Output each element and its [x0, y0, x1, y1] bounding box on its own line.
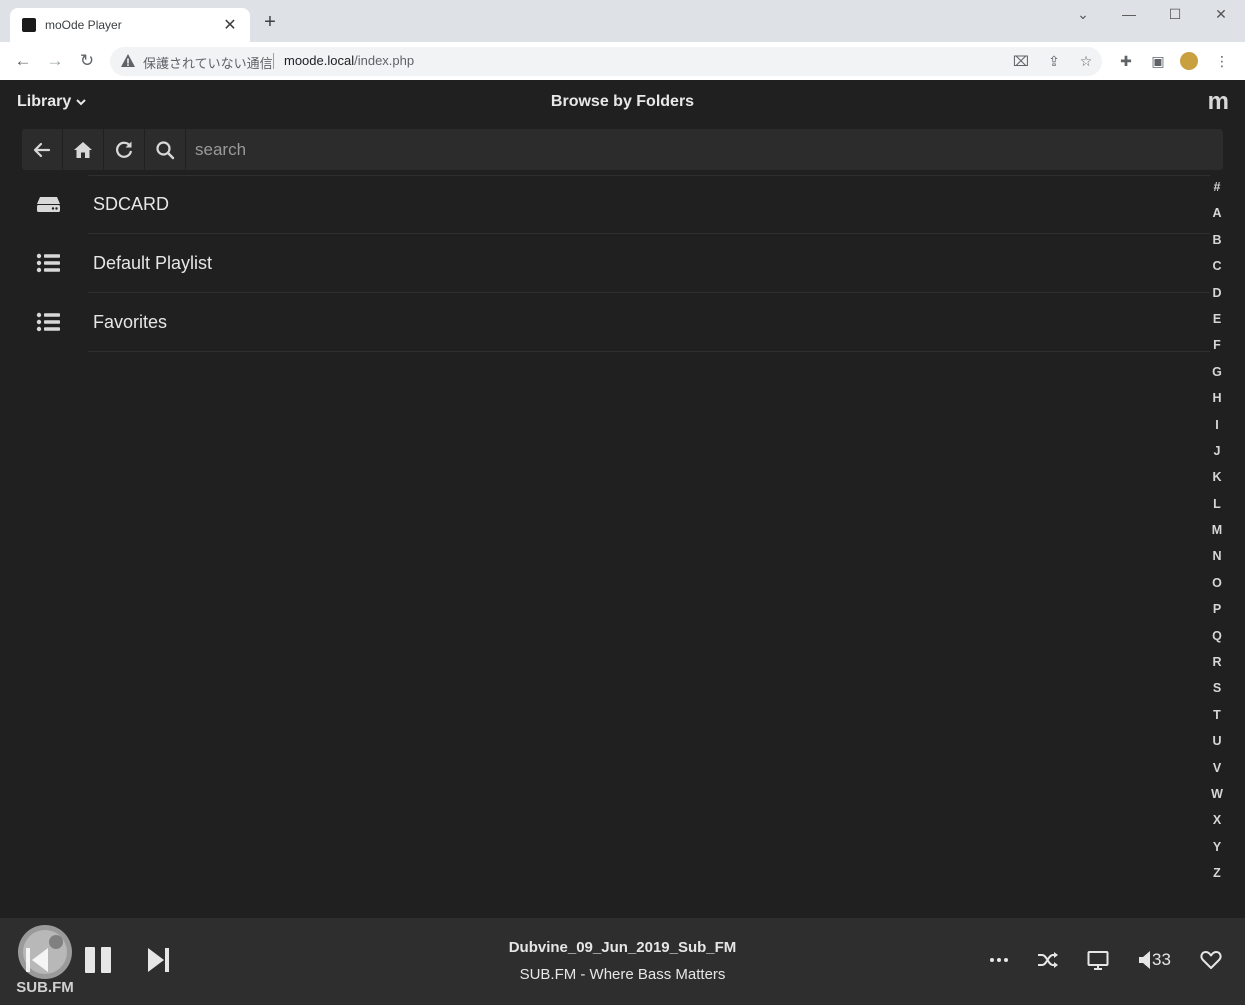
alphabet-index-letter[interactable]: B: [1209, 233, 1225, 259]
browser-tab[interactable]: moOde Player ✕: [10, 8, 250, 42]
reload-icon[interactable]: ↻: [76, 50, 98, 72]
volume-icon[interactable]: [1138, 948, 1152, 972]
favicon-icon: [22, 18, 36, 32]
tab-search-icon[interactable]: ⌄: [1071, 6, 1095, 23]
alphabet-index-letter[interactable]: Y: [1209, 840, 1225, 866]
url-text[interactable]: moode.local/index.php: [284, 53, 414, 68]
browser-toolbar: ← → ↻ 保護されていない通信 moode.local/index.php ⌧…: [0, 42, 1245, 80]
back-icon[interactable]: ←: [12, 50, 34, 72]
alphabet-index-letter[interactable]: K: [1209, 470, 1225, 496]
more-options-icon[interactable]: [989, 948, 1009, 972]
alphabet-index-letter[interactable]: H: [1209, 391, 1225, 417]
alphabet-index-letter[interactable]: S: [1209, 681, 1225, 707]
alphabet-index-letter[interactable]: F: [1209, 338, 1225, 364]
back-button[interactable]: [22, 129, 63, 170]
list-icon: [36, 312, 60, 332]
alphabet-index-letter[interactable]: T: [1209, 708, 1225, 734]
alphabet-index-letter[interactable]: I: [1209, 418, 1225, 444]
translate-icon[interactable]: ⌧: [1012, 52, 1030, 70]
alphabet-index-letter[interactable]: G: [1209, 365, 1225, 391]
alphabet-index-letter[interactable]: A: [1209, 206, 1225, 232]
alphabet-index-letter[interactable]: M: [1209, 523, 1225, 549]
alphabet-index: # A B C D E F G H I J K L M N O P Q R S T U V W X Y Z: [1209, 180, 1225, 893]
forward-icon[interactable]: →: [44, 50, 66, 72]
alphabet-index-letter[interactable]: U: [1209, 734, 1225, 760]
close-tab-icon[interactable]: ✕: [220, 15, 240, 35]
moode-menu-logo[interactable]: m: [1208, 88, 1229, 116]
warning-icon: [121, 54, 135, 67]
alphabet-index-letter[interactable]: P: [1209, 602, 1225, 628]
list-icon: [36, 253, 60, 273]
browser-menu-icon[interactable]: ⋮: [1213, 52, 1231, 70]
refresh-button[interactable]: [104, 129, 145, 170]
browser-chrome: moOde Player ✕ + ⌄ — ☐ ✕ ← → ↻ 保護されていない通…: [0, 0, 1245, 80]
folder-list: SDCARD Default Playlist Favorites: [0, 175, 1210, 352]
url-path: /index.php: [354, 53, 415, 68]
new-tab-button[interactable]: +: [260, 12, 280, 32]
address-separator: [273, 53, 274, 69]
folder-label: Favorites: [93, 312, 168, 332]
alphabet-index-letter[interactable]: R: [1209, 655, 1225, 681]
url-host: moode.local: [284, 53, 355, 68]
shuffle-icon[interactable]: [1037, 948, 1059, 972]
folder-row-default-playlist[interactable]: Default Playlist: [0, 234, 1210, 293]
alphabet-index-letter[interactable]: L: [1209, 497, 1225, 523]
moode-app: Library Browse by Folders m SDCARD: [0, 80, 1245, 918]
alphabet-index-letter[interactable]: O: [1209, 576, 1225, 602]
alphabet-index-letter[interactable]: #: [1209, 180, 1225, 206]
display-icon[interactable]: [1087, 948, 1109, 972]
tab-title: moOde Player: [45, 18, 122, 32]
alphabet-index-letter[interactable]: J: [1209, 444, 1225, 470]
minimize-icon[interactable]: —: [1117, 6, 1141, 22]
library-search-bar: [22, 129, 1223, 170]
refresh-icon: [116, 141, 133, 158]
tab-bar: moOde Player ✕ + ⌄ — ☐ ✕: [0, 0, 1245, 42]
folder-label: Default Playlist: [93, 253, 213, 273]
arrow-left-icon: [33, 142, 51, 157]
alphabet-index-letter[interactable]: E: [1209, 312, 1225, 338]
folder-row-favorites[interactable]: Favorites: [0, 293, 1210, 352]
volume-level[interactable]: 33: [1152, 950, 1171, 970]
alphabet-index-letter[interactable]: D: [1209, 286, 1225, 312]
page-title: Browse by Folders: [550, 93, 695, 110]
window-close-icon[interactable]: ✕: [1209, 6, 1233, 23]
maximize-icon[interactable]: ☐: [1163, 6, 1187, 23]
folder-row-sdcard[interactable]: SDCARD: [0, 175, 1210, 234]
hdd-icon: [37, 197, 60, 212]
home-icon: [74, 141, 92, 158]
search-icon: [156, 140, 175, 159]
share-icon[interactable]: ⇪: [1045, 52, 1063, 70]
alphabet-index-letter[interactable]: Q: [1209, 629, 1225, 655]
list-divider: [88, 351, 1210, 352]
security-label[interactable]: 保護されていない通信: [143, 53, 273, 72]
alphabet-index-letter[interactable]: X: [1209, 813, 1225, 839]
playback-bar: SUB.FM Dubvine_09_Jun_2019_Sub_FM SUB.FM…: [0, 918, 1245, 1005]
folder-label: SDCARD: [93, 194, 170, 214]
search-button[interactable]: [145, 129, 186, 170]
alphabet-index-letter[interactable]: V: [1209, 761, 1225, 787]
bookmark-star-icon[interactable]: ☆: [1077, 52, 1095, 70]
search-input[interactable]: [186, 129, 1223, 170]
home-button[interactable]: [63, 129, 104, 170]
profile-avatar[interactable]: [1180, 52, 1198, 70]
heart-icon[interactable]: [1200, 948, 1222, 972]
address-bar[interactable]: 保護されていない通信 moode.local/index.php: [110, 47, 1102, 76]
alphabet-index-letter[interactable]: N: [1209, 549, 1225, 575]
alphabet-index-letter[interactable]: Z: [1209, 866, 1225, 892]
alphabet-index-letter[interactable]: W: [1209, 787, 1225, 813]
alphabet-index-letter[interactable]: C: [1209, 259, 1225, 285]
extensions-icon[interactable]: ✚: [1117, 52, 1135, 70]
side-panel-icon[interactable]: ▣: [1149, 52, 1167, 70]
